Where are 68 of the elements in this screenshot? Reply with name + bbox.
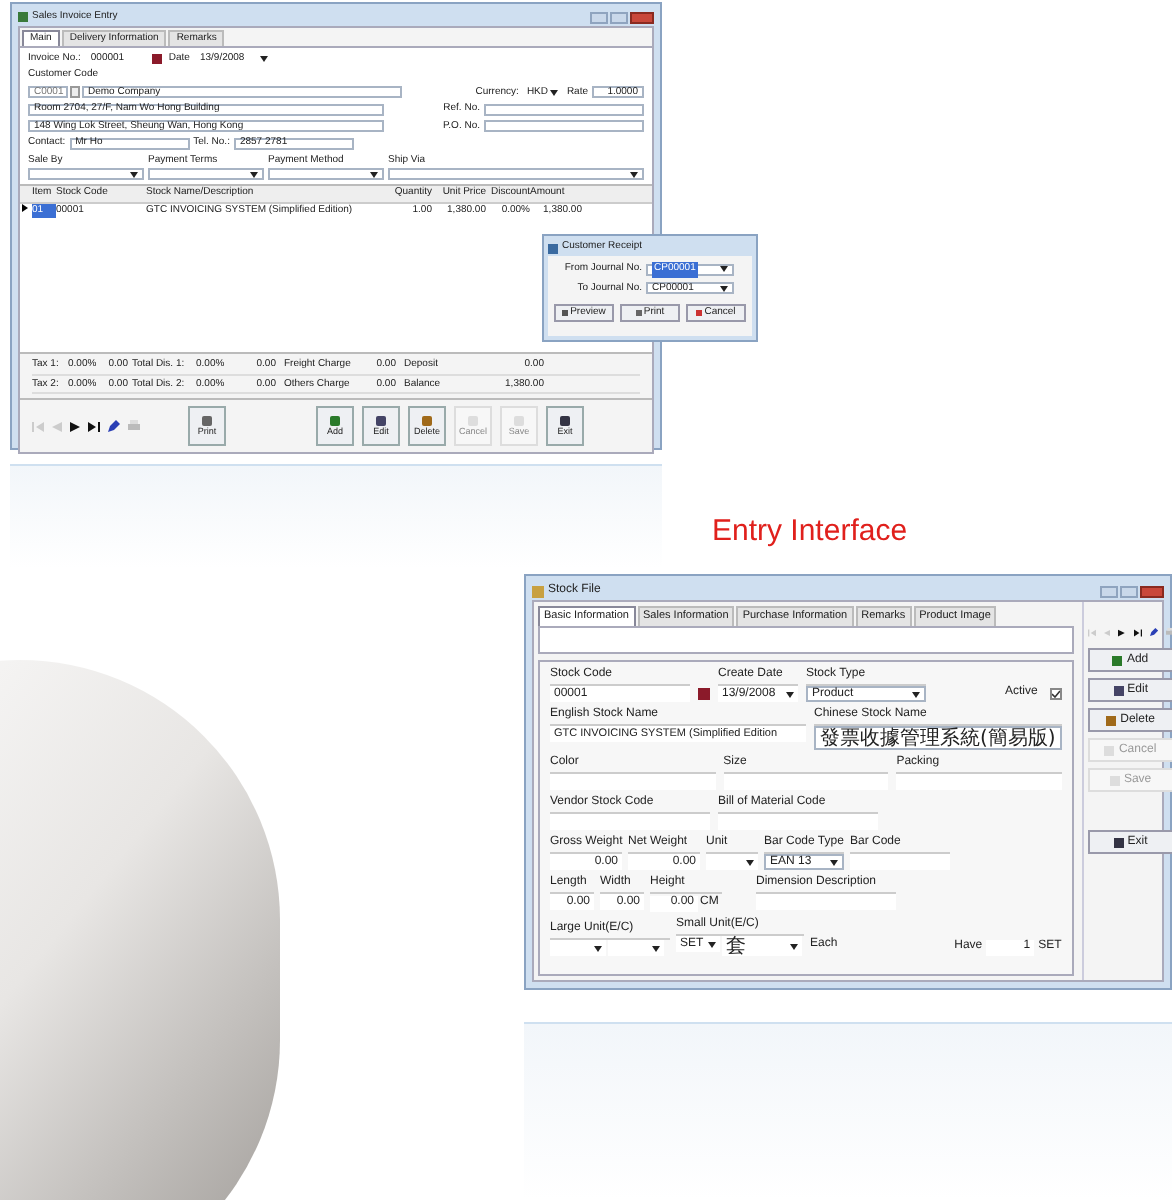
- app-icon: [548, 243, 558, 253]
- button-icon: [558, 414, 572, 429]
- minimize-button[interactable]: [1100, 585, 1118, 597]
- first-arrow-icon[interactable]: [32, 421, 44, 431]
- caret-icon: [259, 55, 268, 62]
- caret-icon: [746, 859, 754, 865]
- caret-icon: [550, 89, 559, 96]
- last-arrow-icon[interactable]: [88, 421, 100, 431]
- caret-icon: [790, 943, 798, 949]
- input-field[interactable]: [756, 894, 896, 910]
- right-arrow-icon[interactable]: [70, 421, 80, 431]
- caret-icon: [830, 859, 838, 865]
- caret-icon: [786, 691, 794, 697]
- close-button[interactable]: [630, 11, 654, 24]
- right-arrow-icon[interactable]: [1118, 627, 1126, 637]
- input-field[interactable]: [850, 854, 950, 870]
- first-arrow-icon[interactable]: [1087, 627, 1096, 637]
- dropdown[interactable]: [550, 940, 606, 956]
- button-icon: [200, 414, 214, 429]
- input-field[interactable]: [550, 774, 716, 790]
- caret-icon: [594, 945, 602, 951]
- input-field[interactable]: 發票收據管理系統(簡易版): [814, 726, 1062, 750]
- button-icon: [1104, 745, 1115, 755]
- input-field[interactable]: [550, 814, 710, 830]
- button-icon: [328, 414, 342, 429]
- input-field[interactable]: [723, 774, 889, 790]
- calendar-icon[interactable]: [152, 53, 163, 64]
- button-icon: [1109, 775, 1120, 785]
- caret-icon: [250, 171, 258, 177]
- input-field[interactable]: [484, 120, 644, 133]
- caret-icon: [708, 941, 716, 947]
- button-icon: [420, 414, 434, 429]
- button-icon: [512, 414, 526, 429]
- lookup-button[interactable]: [70, 86, 80, 99]
- caret-icon: [652, 945, 660, 951]
- button-icon: [1113, 837, 1124, 847]
- input-field[interactable]: [718, 814, 878, 830]
- button-icon: [374, 414, 388, 429]
- button-icon: [1106, 715, 1117, 725]
- close-button[interactable]: [1140, 585, 1164, 597]
- button-icon: [466, 414, 480, 429]
- dropdown[interactable]: [706, 854, 758, 870]
- button-icon: [1112, 655, 1123, 665]
- maximize-button[interactable]: [1120, 585, 1138, 597]
- section-heading: Entry Interface: [712, 514, 908, 548]
- left-arrow-icon[interactable]: [52, 421, 62, 431]
- dropdown[interactable]: [608, 940, 664, 956]
- pen-icon[interactable]: [1149, 626, 1158, 638]
- caret-icon: [630, 171, 638, 177]
- app-icon: [18, 12, 28, 23]
- caret-icon: [720, 285, 728, 292]
- caret-icon: [912, 691, 920, 697]
- last-arrow-icon[interactable]: [1133, 627, 1142, 637]
- input-field[interactable]: [484, 103, 644, 116]
- dropdown[interactable]: 套: [722, 936, 802, 956]
- printer-icon[interactable]: [1165, 626, 1172, 638]
- checkmark-icon: [1051, 689, 1060, 697]
- caret-icon: [370, 171, 378, 177]
- pen-icon[interactable]: [108, 420, 120, 432]
- printer-icon[interactable]: [128, 420, 140, 432]
- maximize-button[interactable]: [610, 11, 628, 24]
- input-field[interactable]: [896, 774, 1062, 790]
- caret-icon: [720, 266, 728, 273]
- caret-icon: [130, 171, 138, 177]
- button-icon: [1113, 685, 1124, 695]
- minimize-button[interactable]: [590, 11, 608, 24]
- app-icon: [532, 585, 544, 597]
- active-checkbox[interactable]: [1049, 687, 1062, 699]
